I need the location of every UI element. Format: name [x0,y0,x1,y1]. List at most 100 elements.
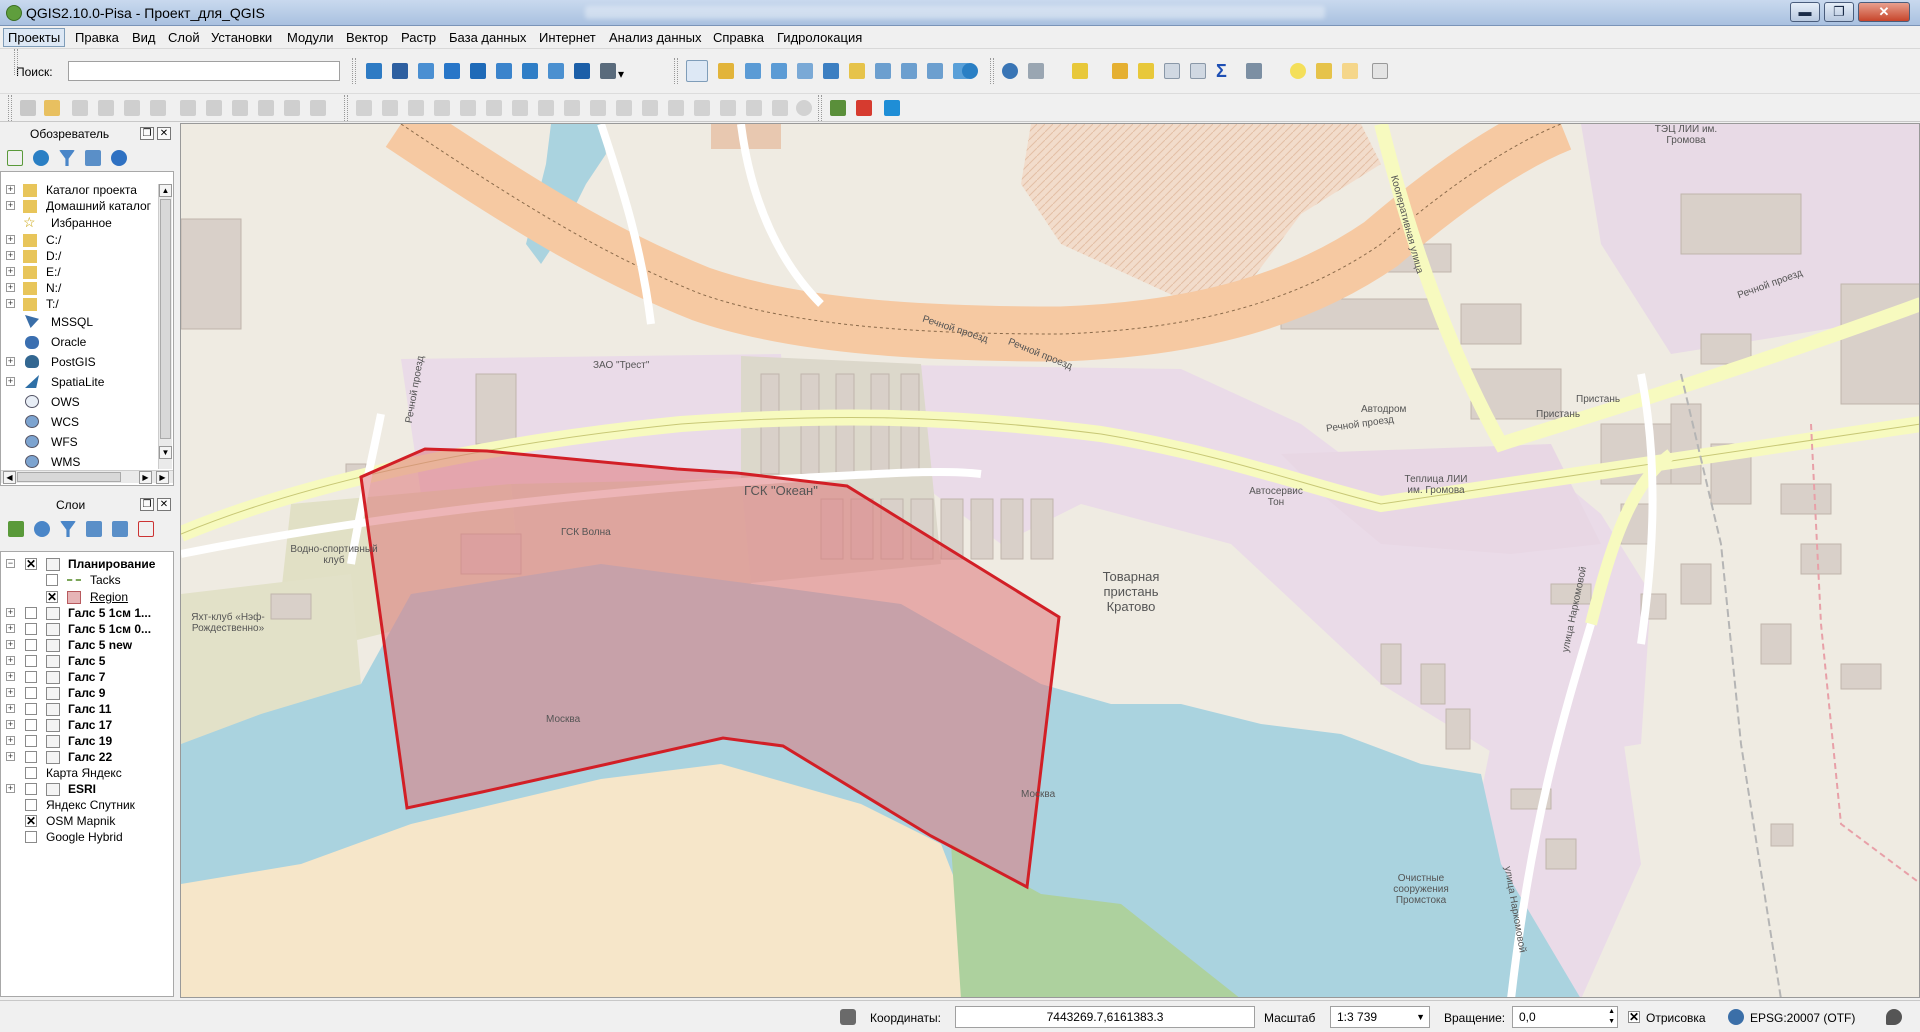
delete-ring-icon[interactable] [564,100,580,116]
layer-checkbox[interactable] [25,671,37,683]
paste-features-icon[interactable] [258,100,274,116]
maximize-button[interactable]: ❐ [1824,2,1854,22]
close-panel-icon[interactable]: ✕ [157,127,171,140]
zoom-last-icon[interactable] [901,63,917,79]
browser-scrollbar[interactable]: ▲ ▼ [158,184,172,469]
layer-checkbox[interactable] [46,574,58,586]
browser-item[interactable]: + Домашний каталог [1,198,157,214]
measure-icon[interactable] [1246,63,1262,79]
spatialite-layer-icon[interactable] [444,63,460,79]
zoom-in-icon[interactable] [745,63,761,79]
rotate-feature-icon[interactable] [434,100,450,116]
browser-item[interactable]: + N:/ [1,280,157,296]
merge-attributes-icon[interactable] [746,100,762,116]
layer-checkbox[interactable]: ✕ [25,815,37,827]
reload-icon[interactable] [796,100,812,116]
sigma-icon[interactable]: Σ [1216,61,1234,81]
layer-item[interactable]: Яндекс Спутник [1,797,173,813]
toggle-extents-icon[interactable] [840,1009,856,1025]
layer-checkbox[interactable] [25,655,37,667]
browser-item[interactable]: ☆ Избранное [1,215,157,231]
zoom-next-icon[interactable] [927,63,943,79]
add-feature-icon[interactable] [98,100,114,116]
browser-item[interactable]: WMS [1,454,157,468]
wfs-layer-icon[interactable] [574,63,590,79]
refresh-icon[interactable] [962,63,978,79]
toggle-editing-icon[interactable] [44,100,60,116]
copy-features-icon[interactable] [232,100,248,116]
browser-item[interactable]: OWS [1,394,157,410]
layer-checkbox[interactable] [25,831,37,843]
zoom-out-icon[interactable] [771,63,787,79]
layer-checkbox[interactable] [25,639,37,651]
deselect-icon[interactable] [1138,63,1154,79]
text-annotation-icon[interactable] [1372,63,1388,79]
remove-layer-icon[interactable] [138,521,154,537]
mssql-layer-icon[interactable] [470,63,486,79]
scroll-up-icon[interactable]: ▲ [159,184,172,197]
layer-item[interactable]: + Галс 22 [1,749,173,765]
filter-icon[interactable] [60,521,76,537]
zoom-full-icon[interactable] [823,63,839,79]
layer-item[interactable]: + Галс 5 new [1,637,173,653]
add-part-icon[interactable] [512,100,528,116]
oracle-layer-icon[interactable] [496,63,512,79]
zoom-layer-icon[interactable] [875,63,891,79]
browser-item[interactable]: + PostGIS [1,354,157,370]
layer-group[interactable]: − ✕ Планирование [1,556,173,572]
layer-checkbox[interactable] [25,719,37,731]
collapse-all-icon[interactable] [112,521,128,537]
layer-item[interactable]: + ESRI [1,781,173,797]
refresh-icon[interactable] [33,150,49,166]
spin-arrows-icon[interactable]: ▲ ▼ [1608,1007,1615,1027]
browser-item[interactable]: + E:/ [1,264,157,280]
rotation-spinbox[interactable]: 0,0 ▲ ▼ [1512,1006,1618,1028]
zoom-selection-icon[interactable] [849,63,865,79]
filter-icon[interactable] [59,150,75,166]
browser-item[interactable]: + Каталог проекта [1,182,157,198]
layer-item[interactable]: + Галс 7 [1,669,173,685]
layer-item[interactable]: ✕ OSM Mapnik [1,813,173,829]
scroll-left-icon[interactable]: ◀ [3,471,16,484]
menu-help[interactable]: Справка [713,30,764,45]
coords-field[interactable]: 7443269.7,6161383.3 [955,1006,1255,1028]
pan-to-selection-icon[interactable] [718,63,734,79]
layer-item[interactable]: + Галс 17 [1,717,173,733]
crs-label[interactable]: EPSG:20007 (OTF) [1750,1011,1855,1025]
layer-checkbox[interactable] [25,607,37,619]
close-button[interactable]: ✕ [1858,2,1910,22]
eye-icon[interactable] [34,521,50,537]
zoom-actual-icon[interactable] [797,63,813,79]
close-panel-icon[interactable]: ✕ [157,498,171,511]
layer-checkbox[interactable] [25,783,37,795]
reshape-icon[interactable] [616,100,632,116]
browser-hscrollbar[interactable]: ◀ ▶ ▶ [1,470,173,484]
menu-settings[interactable]: Установки [211,30,272,45]
menu-projects[interactable]: Проекты [3,28,66,47]
layer-item[interactable]: + Галс 5 [1,653,173,669]
browser-item[interactable]: WFS [1,434,157,450]
chevron-down-icon[interactable]: ▼ [1416,1007,1425,1027]
menu-database[interactable]: База данных [449,30,526,45]
layer-checkbox[interactable] [25,735,37,747]
render-checkbox[interactable]: ✕ [1628,1011,1640,1023]
browser-item[interactable]: + T:/ [1,296,157,312]
scroll-thumb[interactable] [160,199,171,439]
browser-item[interactable]: WCS [1,414,157,430]
layer-checkbox[interactable]: ✕ [25,558,37,570]
sonar-plugin-icon[interactable] [884,100,900,116]
digitize-2-icon[interactable] [310,100,326,116]
layer-style-icon[interactable] [8,521,24,537]
show-bookmarks-icon[interactable] [1342,63,1358,79]
chevron-down-icon[interactable]: ▾ [618,67,626,81]
wcs-layer-icon[interactable] [548,63,564,79]
delete-selected-icon[interactable] [180,100,196,116]
menu-plugins[interactable]: Модули [287,30,334,45]
menu-vector[interactable]: Вектор [346,30,388,45]
gps-icon[interactable] [830,100,846,116]
scroll-thumb[interactable] [17,472,121,482]
pan-icon[interactable] [686,60,708,82]
browser-item[interactable]: MSSQL [1,314,157,330]
browser-item[interactable]: + C:/ [1,232,157,248]
advanced-digitize-icon[interactable] [356,100,372,116]
